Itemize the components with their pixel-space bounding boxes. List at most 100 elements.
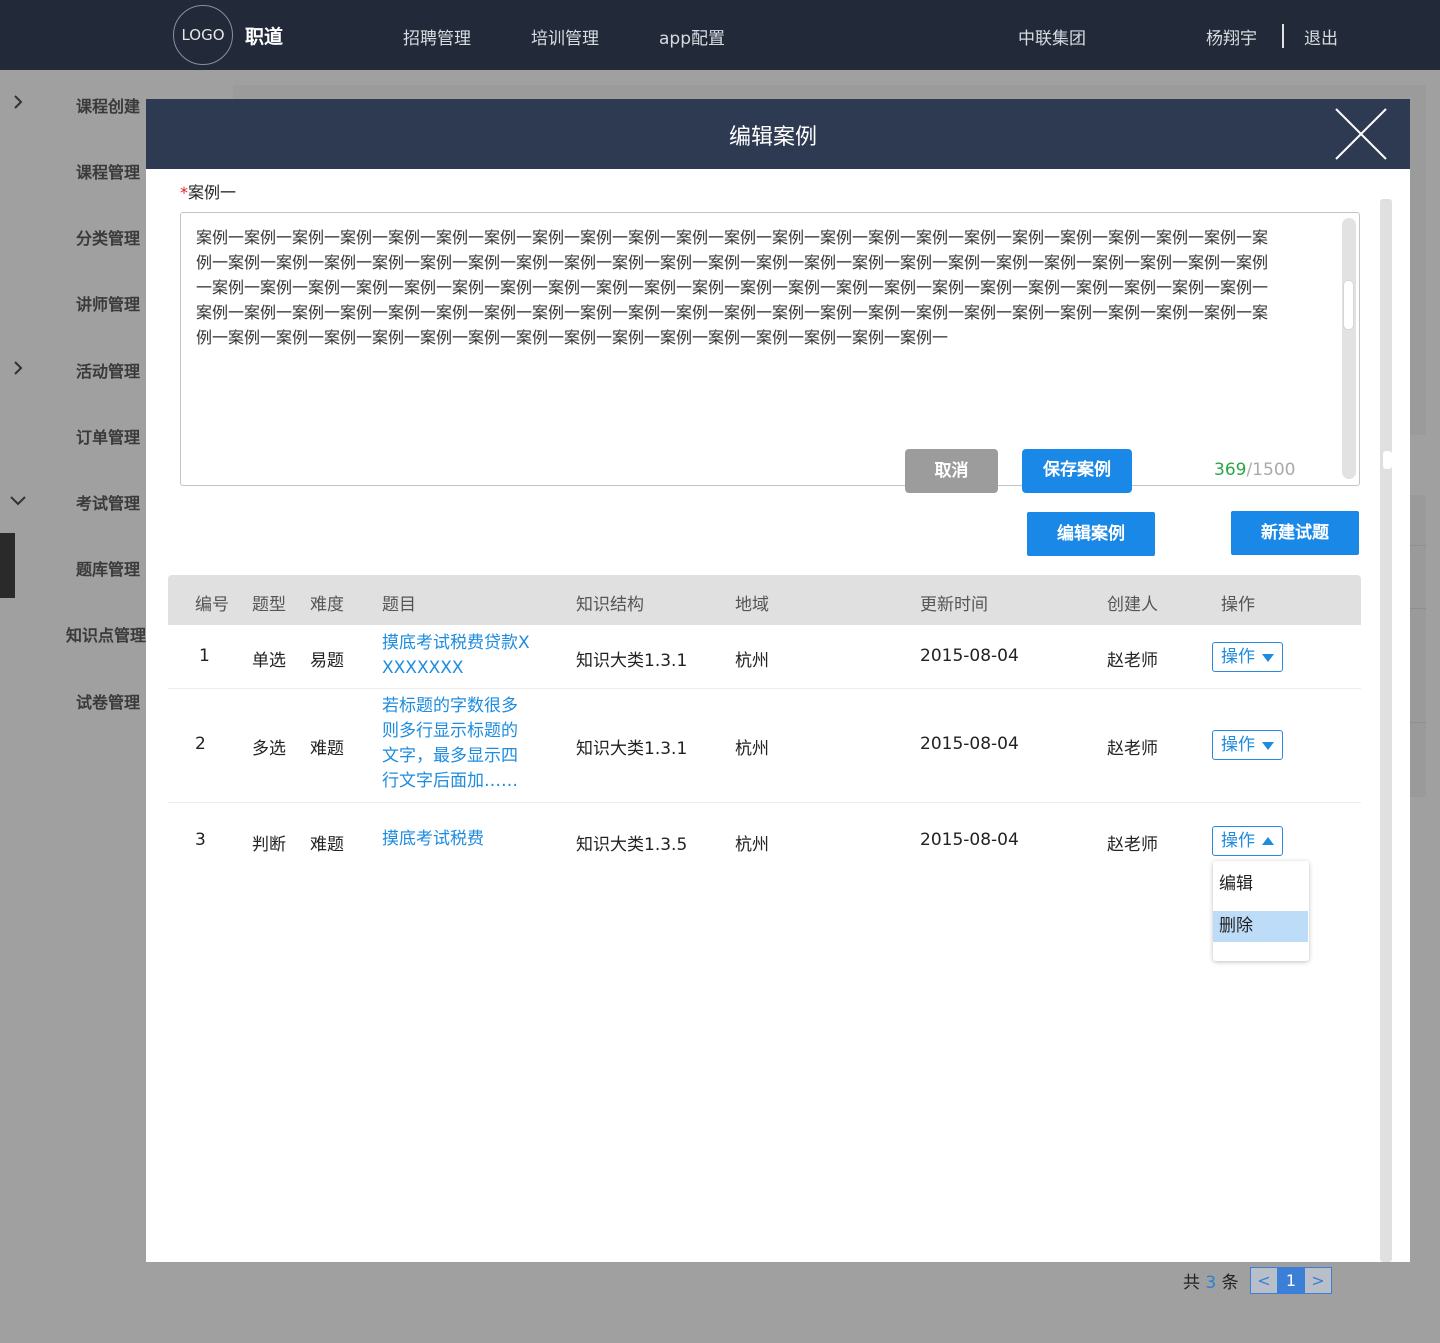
pagination-prev-button[interactable]: < bbox=[1250, 1267, 1278, 1294]
chevron-down-icon[interactable] bbox=[10, 492, 26, 508]
table-row: 2 多选 难题 若标题的字数很多则多行显示标题的文字，最多显示四行文字后面加……… bbox=[168, 689, 1361, 803]
top-nav-bar: LOGO 职道 招聘管理 培训管理 app配置 中联集团 杨翔宇 退出 bbox=[0, 0, 1440, 70]
col-knowledge: 知识结构 bbox=[576, 595, 644, 615]
col-creator: 创建人 bbox=[1107, 595, 1158, 615]
operation-label: 操作 bbox=[1221, 647, 1255, 667]
sidebar: 课程创建 课程管理 分类管理 讲师管理 活动管理 订单管理 考试管理 题库管理 … bbox=[0, 70, 150, 1343]
cell-knowledge: 知识大类1.3.5 bbox=[576, 835, 688, 855]
col-number: 编号 bbox=[195, 595, 229, 615]
cell-type: 单选 bbox=[252, 651, 286, 671]
col-operation: 操作 bbox=[1221, 595, 1255, 615]
sidebar-item-order[interactable]: 订单管理 bbox=[76, 424, 140, 448]
case-textarea[interactable]: 案例一案例一案例一案例一案例一案例一案例一案例一案例一案例一案例一案例一案例一案… bbox=[180, 212, 1360, 486]
cell-updated: 2015-08-04 bbox=[920, 646, 1019, 666]
pagination-total: 共 3 条 bbox=[1183, 1268, 1239, 1293]
case-label: *案例一 bbox=[180, 179, 236, 203]
sidebar-item-exam[interactable]: 考试管理 bbox=[76, 490, 140, 514]
sidebar-item-course-create[interactable]: 课程创建 bbox=[76, 93, 140, 117]
cell-difficulty: 难题 bbox=[310, 739, 344, 759]
textarea-scroll-thumb[interactable] bbox=[1343, 280, 1354, 330]
brand-name: 职道 bbox=[245, 26, 284, 48]
cell-creator: 赵老师 bbox=[1107, 739, 1158, 759]
menu-item-edit[interactable]: 编辑 bbox=[1213, 869, 1308, 900]
caret-down-icon bbox=[1262, 742, 1274, 750]
char-count-current: 369 bbox=[1214, 460, 1247, 480]
pagination-prefix: 共 bbox=[1183, 1273, 1200, 1293]
char-count-max: /1500 bbox=[1246, 460, 1296, 480]
nav-training[interactable]: 培训管理 bbox=[531, 24, 599, 49]
col-region: 地域 bbox=[735, 595, 769, 615]
sidebar-item-knowledge[interactable]: 知识点管理 bbox=[66, 622, 146, 646]
cell-difficulty: 难题 bbox=[310, 835, 344, 855]
operation-dropdown-menu: 编辑 删除 bbox=[1213, 861, 1309, 961]
chevron-right-icon[interactable] bbox=[10, 360, 26, 376]
new-question-button[interactable]: 新建试题 bbox=[1231, 511, 1359, 555]
cell-number: 1 bbox=[199, 646, 210, 666]
cell-knowledge: 知识大类1.3.1 bbox=[576, 651, 688, 671]
pagination-count: 3 bbox=[1205, 1273, 1217, 1293]
modal-scroll-thumb[interactable] bbox=[1383, 451, 1392, 469]
cell-updated: 2015-08-04 bbox=[920, 830, 1019, 850]
sidebar-item-category[interactable]: 分类管理 bbox=[76, 225, 140, 249]
cell-creator: 赵老师 bbox=[1107, 651, 1158, 671]
textarea-scrollbar[interactable] bbox=[1342, 218, 1356, 479]
nav-divider bbox=[1282, 24, 1284, 48]
sidebar-item-paper[interactable]: 试卷管理 bbox=[76, 689, 140, 713]
sidebar-item-lecturer[interactable]: 讲师管理 bbox=[76, 291, 140, 315]
edit-case-button[interactable]: 编辑案例 bbox=[1027, 512, 1155, 556]
caret-up-icon bbox=[1262, 837, 1274, 845]
logout-link[interactable]: 退出 bbox=[1304, 24, 1338, 49]
cell-region: 杭州 bbox=[735, 835, 769, 855]
operation-dropdown-button[interactable]: 操作 bbox=[1212, 642, 1283, 672]
table-header: 编号 题型 难度 题目 知识结构 地域 更新时间 创建人 操作 bbox=[168, 575, 1361, 625]
caret-down-icon bbox=[1262, 654, 1274, 662]
cell-knowledge: 知识大类1.3.1 bbox=[576, 739, 688, 759]
col-difficulty: 难度 bbox=[310, 595, 344, 615]
cell-number: 2 bbox=[195, 734, 206, 754]
cell-number: 3 bbox=[195, 830, 206, 850]
modal-scrollbar[interactable] bbox=[1380, 199, 1392, 1262]
logo: LOGO bbox=[173, 5, 233, 65]
sidebar-item-course-manage[interactable]: 课程管理 bbox=[76, 159, 140, 183]
save-case-button[interactable]: 保存案例 bbox=[1022, 449, 1132, 493]
table-row: 3 判断 难题 摸底考试税费 知识大类1.3.5 杭州 2015-08-04 赵… bbox=[168, 803, 1361, 879]
pagination-suffix: 条 bbox=[1221, 1273, 1239, 1293]
user-name[interactable]: 杨翔宇 bbox=[1206, 24, 1257, 49]
case-text[interactable]: 案例一案例一案例一案例一案例一案例一案例一案例一案例一案例一案例一案例一案例一案… bbox=[196, 225, 1281, 350]
cell-updated: 2015-08-04 bbox=[920, 734, 1019, 754]
chevron-right-icon[interactable] bbox=[10, 94, 26, 110]
menu-item-delete[interactable]: 删除 bbox=[1213, 911, 1308, 942]
cell-creator: 赵老师 bbox=[1107, 835, 1158, 855]
char-counter: 369/1500 bbox=[1214, 460, 1295, 480]
sidebar-item-question-bank[interactable]: 题库管理 bbox=[76, 556, 140, 580]
sidebar-active-indicator bbox=[0, 533, 15, 598]
cell-region: 杭州 bbox=[735, 739, 769, 759]
pagination-page-1[interactable]: 1 bbox=[1277, 1267, 1305, 1294]
operation-dropdown-button[interactable]: 操作 bbox=[1212, 826, 1283, 856]
operation-label: 操作 bbox=[1221, 735, 1255, 755]
cell-title-link[interactable]: 若标题的字数很多则多行显示标题的文字，最多显示四行文字后面加…… bbox=[382, 694, 530, 794]
pagination-next-button[interactable]: > bbox=[1304, 1267, 1332, 1294]
nav-recruit[interactable]: 招聘管理 bbox=[403, 24, 471, 49]
case-label-text: 案例一 bbox=[188, 183, 237, 202]
cell-difficulty: 易题 bbox=[310, 651, 344, 671]
cell-title-link[interactable]: 摸底考试税费 bbox=[382, 827, 532, 852]
required-mark: * bbox=[180, 183, 188, 202]
col-title: 题目 bbox=[382, 595, 416, 615]
cell-region: 杭州 bbox=[735, 651, 769, 671]
cell-type: 判断 bbox=[252, 835, 286, 855]
operation-dropdown-button[interactable]: 操作 bbox=[1212, 730, 1283, 760]
cancel-button[interactable]: 取消 bbox=[905, 449, 998, 493]
col-type: 题型 bbox=[252, 595, 286, 615]
cell-title-link[interactable]: 摸底考试税费贷款XXXXXXXX bbox=[382, 631, 532, 681]
close-icon[interactable] bbox=[1332, 105, 1390, 163]
company-name[interactable]: 中联集团 bbox=[1018, 24, 1086, 49]
cell-type: 多选 bbox=[252, 739, 286, 759]
table-row: 1 单选 易题 摸底考试税费贷款XXXXXXXX 知识大类1.3.1 杭州 20… bbox=[168, 625, 1361, 689]
nav-app-config[interactable]: app配置 bbox=[659, 24, 725, 49]
edit-case-modal: 编辑案例 *案例一 案例一案例一案例一案例一案例一案例一案例一案例一案例一案例一… bbox=[146, 99, 1410, 1262]
sidebar-item-activity[interactable]: 活动管理 bbox=[76, 358, 140, 382]
operation-label: 操作 bbox=[1221, 831, 1255, 851]
col-updated: 更新时间 bbox=[920, 595, 988, 615]
modal-title: 编辑案例 bbox=[728, 125, 817, 150]
